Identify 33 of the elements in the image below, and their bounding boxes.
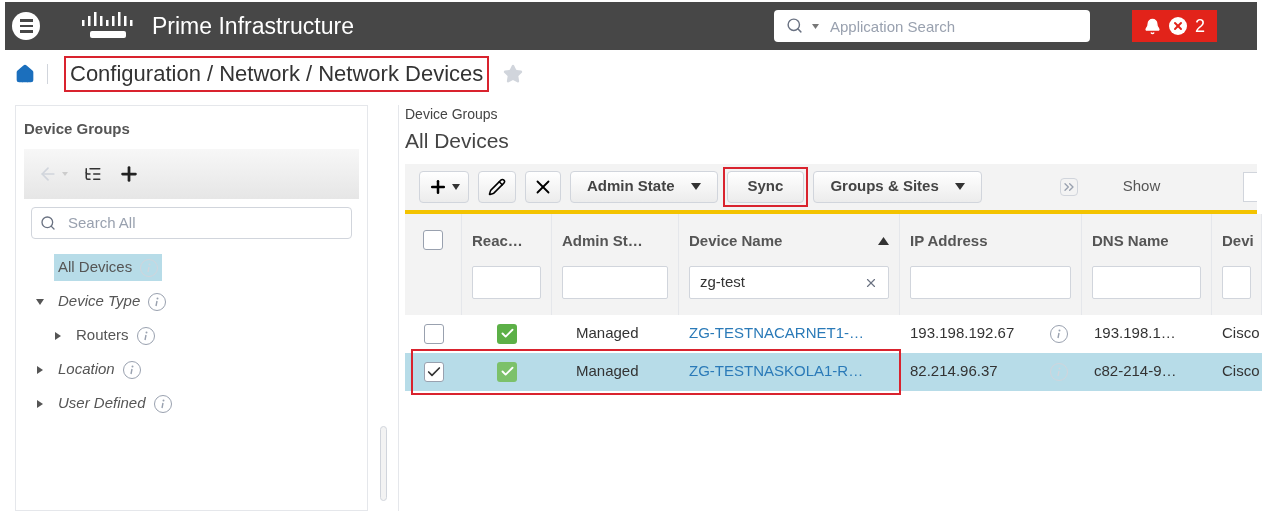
tree-item[interactable]: User Defined bbox=[54, 390, 176, 417]
tree-item[interactable]: Location bbox=[54, 356, 145, 383]
table-cell: c82-214-9… bbox=[1094, 362, 1177, 380]
application-search-field[interactable]: Application Search bbox=[774, 10, 1090, 42]
column-header[interactable]: DNS Name bbox=[1092, 229, 1169, 252]
alarm-badge[interactable]: 2 bbox=[1132, 10, 1217, 42]
column-header[interactable]: Admin St… bbox=[562, 229, 643, 252]
sync-button[interactable]: Sync bbox=[726, 170, 805, 203]
table-cell: Managed bbox=[576, 324, 639, 342]
tree-item[interactable]: All Devices bbox=[54, 254, 163, 281]
content-title: All Devices bbox=[405, 128, 510, 154]
tree-item[interactable]: Routers bbox=[72, 322, 159, 349]
tree-item[interactable]: Device Type bbox=[54, 288, 171, 315]
table-cell: Cisco bbox=[1222, 362, 1260, 380]
content-subtitle: Device Groups bbox=[405, 105, 499, 123]
column-header[interactable]: Devi bbox=[1222, 229, 1254, 252]
dropdown-button[interactable]: Groups & Sites bbox=[813, 170, 982, 203]
table-cell-text: 193.198.192.67 bbox=[910, 323, 1015, 344]
table-cell: Managed bbox=[576, 362, 639, 380]
panel-title: Device Groups bbox=[23, 119, 131, 139]
table-cell: Cisco bbox=[1222, 324, 1260, 342]
device-link[interactable]: ZG-TESTNACARNET1-… bbox=[689, 324, 864, 342]
filter-field[interactable]: zg-test bbox=[689, 266, 889, 299]
column-header[interactable]: Device Name bbox=[689, 229, 783, 252]
sidebar-search-field[interactable]: Search All bbox=[31, 206, 352, 239]
show-label: Show bbox=[1122, 176, 1161, 197]
breadcrumb: Configuration / Network / Network Devices bbox=[69, 60, 485, 88]
dropdown-button[interactable]: Admin State bbox=[570, 170, 718, 203]
table-cell-text: 82.214.96.37 bbox=[910, 361, 998, 382]
app-title: Prime Infrastructure bbox=[152, 11, 354, 41]
column-header[interactable]: Reac… bbox=[472, 229, 523, 252]
column-header[interactable]: IP Address bbox=[910, 229, 988, 252]
table-cell: 193.198.1… bbox=[1094, 324, 1176, 342]
